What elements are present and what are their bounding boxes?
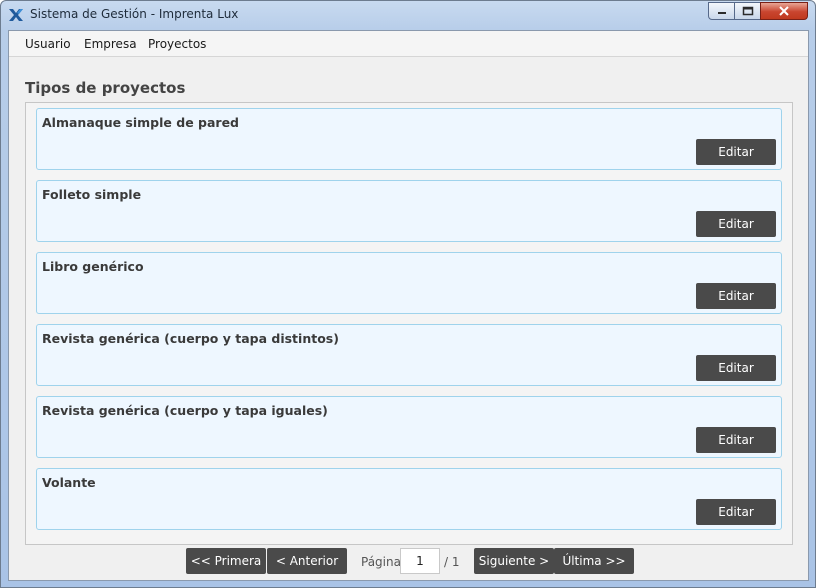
project-type-name: Volante [42, 475, 96, 490]
list-item: Folleto simple Editar [36, 180, 782, 242]
list-item: Revista genérica (cuerpo y tapa iguales)… [36, 396, 782, 458]
edit-button[interactable]: Editar [696, 499, 776, 525]
menu-usuario[interactable]: Usuario [25, 37, 71, 51]
app-window: Sistema de Gestión - Imprenta Lux Usuari… [0, 0, 816, 588]
edit-button[interactable]: Editar [696, 427, 776, 453]
list-item: Volante Editar [36, 468, 782, 530]
list-item: Libro genérico Editar [36, 252, 782, 314]
close-button[interactable] [760, 2, 808, 20]
app-x-icon [9, 9, 23, 21]
client-area: Usuario Empresa Proyectos Tipos de proye… [8, 30, 809, 581]
page-total-label: / 1 [444, 555, 460, 569]
menu-bar: Usuario Empresa Proyectos [9, 31, 808, 57]
edit-button[interactable]: Editar [696, 283, 776, 309]
page-label: Página [361, 555, 401, 569]
next-page-button[interactable]: Siguiente > [474, 548, 554, 574]
first-page-button[interactable]: << Primera [186, 548, 266, 574]
project-type-name: Revista genérica (cuerpo y tapa distinto… [42, 331, 339, 346]
project-type-name: Almanaque simple de pared [42, 115, 239, 130]
close-icon [779, 6, 789, 16]
project-type-name: Folleto simple [42, 187, 142, 202]
maximize-button[interactable] [734, 2, 761, 20]
minimize-button[interactable] [708, 2, 735, 20]
previous-page-button[interactable]: < Anterior [267, 548, 347, 574]
project-type-name: Libro genérico [42, 259, 144, 274]
last-page-button[interactable]: Última >> [554, 548, 634, 574]
list-item: Revista genérica (cuerpo y tapa distinto… [36, 324, 782, 386]
title-bar[interactable]: Sistema de Gestión - Imprenta Lux [1, 1, 815, 29]
menu-proyectos[interactable]: Proyectos [148, 37, 206, 51]
window-title: Sistema de Gestión - Imprenta Lux [30, 7, 239, 21]
edit-button[interactable]: Editar [696, 355, 776, 381]
project-type-name: Revista genérica (cuerpo y tapa iguales) [42, 403, 328, 418]
menu-empresa[interactable]: Empresa [84, 37, 137, 51]
maximize-icon [742, 6, 753, 16]
project-types-list: Almanaque simple de pared Editar Folleto… [25, 102, 793, 545]
page-number-input[interactable] [400, 548, 440, 574]
list-item: Almanaque simple de pared Editar [36, 108, 782, 170]
edit-button[interactable]: Editar [696, 211, 776, 237]
edit-button[interactable]: Editar [696, 139, 776, 165]
page-title: Tipos de proyectos [25, 79, 186, 97]
minimize-icon [717, 12, 726, 14]
